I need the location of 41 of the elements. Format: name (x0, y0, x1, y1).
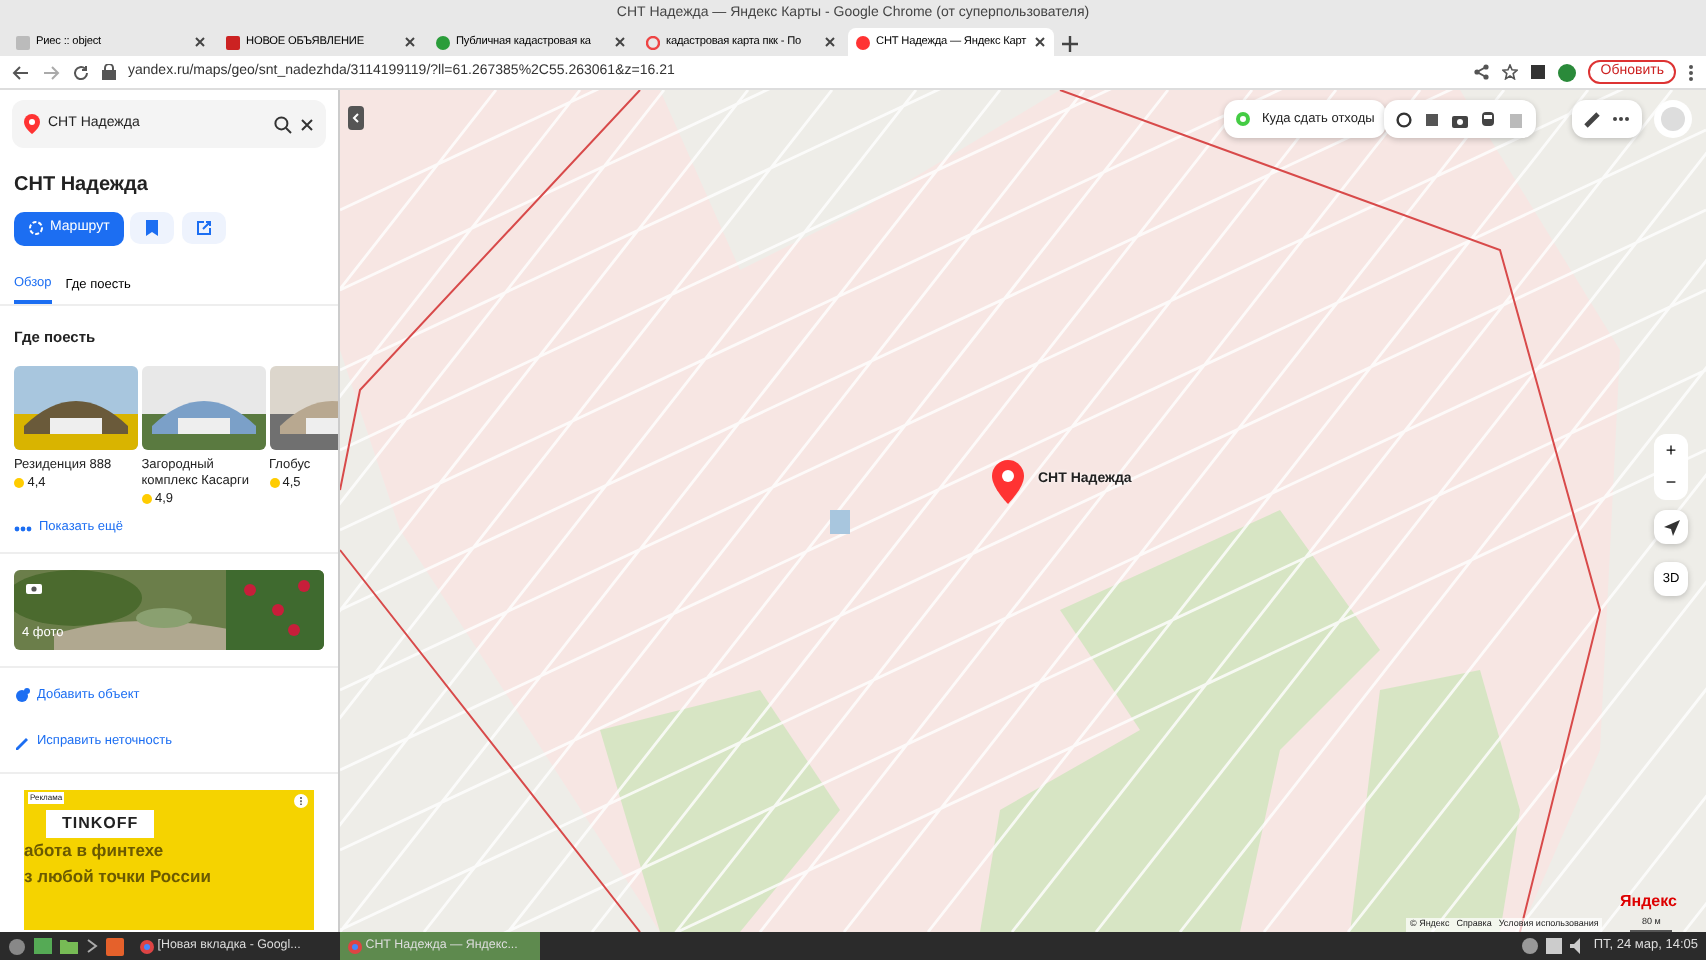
location-icon (14, 687, 30, 704)
more-icon[interactable] (294, 793, 308, 807)
dots-icon (14, 525, 32, 532)
app-icon[interactable] (106, 937, 124, 955)
volume-icon[interactable] (1569, 938, 1586, 954)
tab-favicon-icon (16, 35, 30, 49)
reload-icon[interactable] (72, 63, 90, 81)
route-icon (28, 220, 44, 237)
tab-favicon-icon (436, 35, 450, 49)
share-button[interactable] (181, 212, 226, 244)
back-icon[interactable] (12, 63, 30, 81)
share-icon[interactable] (1474, 64, 1491, 80)
brand-logo: TINKOFF (46, 809, 155, 837)
tab-favicon-icon (856, 35, 870, 49)
close-icon[interactable] (404, 36, 416, 48)
folder-icon[interactable] (60, 938, 78, 954)
bookmark-button[interactable] (130, 212, 175, 244)
more-icon[interactable] (1688, 63, 1694, 81)
terminal-icon[interactable] (86, 938, 98, 954)
avatar-icon[interactable] (1558, 63, 1577, 81)
pin-icon (24, 114, 40, 134)
close-icon[interactable] (1034, 36, 1046, 48)
share-icon (195, 220, 212, 236)
pencil-icon (14, 733, 30, 750)
new-tab-icon[interactable] (1058, 32, 1082, 56)
search-icon[interactable] (274, 115, 292, 133)
chrome-icon (140, 939, 154, 953)
close-icon[interactable] (614, 36, 626, 48)
ad-text: абота в финтехе (24, 837, 164, 863)
tab-favicon-icon (226, 35, 240, 49)
close-icon[interactable] (824, 36, 836, 48)
bookmark-icon (146, 220, 159, 236)
lock-icon (102, 64, 116, 80)
star-icon[interactable] (1502, 64, 1519, 80)
tab-favicon-icon (646, 35, 660, 49)
camera-icon (26, 582, 42, 594)
close-icon[interactable] (300, 117, 314, 131)
place-title: СНТ Надежда (14, 172, 150, 200)
chrome-icon (348, 939, 362, 953)
close-icon[interactable] (194, 36, 206, 48)
ad-text: з любой точки России (24, 863, 211, 889)
